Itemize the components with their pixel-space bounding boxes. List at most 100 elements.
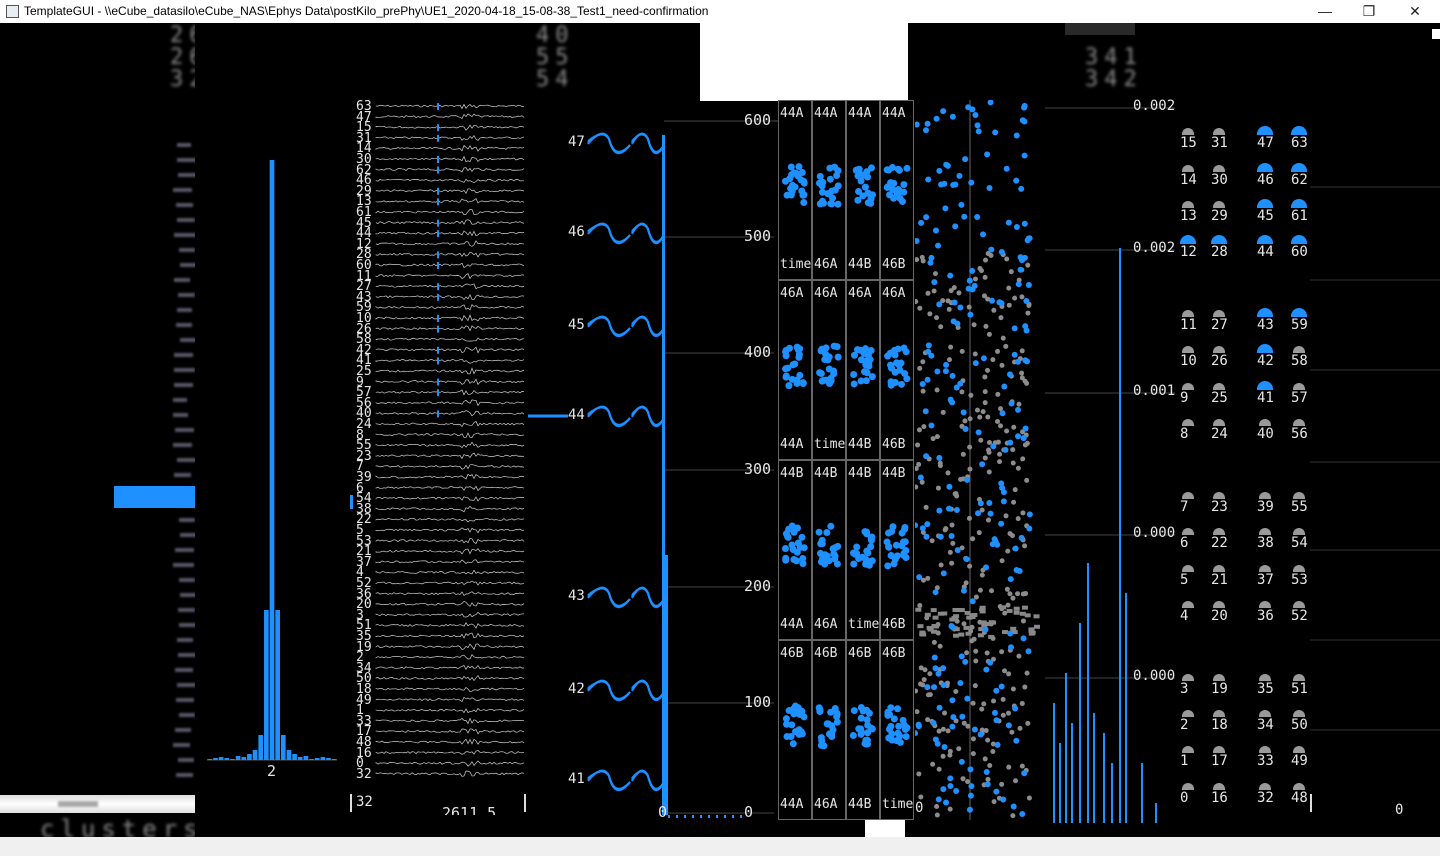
- probe-site[interactable]: [1213, 710, 1225, 717]
- cluster-scrollbar[interactable]: [0, 795, 195, 813]
- selected-cluster-bar[interactable]: [114, 486, 195, 508]
- probe-site[interactable]: [1182, 710, 1194, 717]
- feature-cell[interactable]: [778, 460, 812, 640]
- probe-site[interactable]: [1259, 419, 1271, 426]
- feature-cell[interactable]: [812, 640, 846, 820]
- probe-site[interactable]: [1213, 674, 1225, 681]
- waveform-trace: [588, 224, 630, 244]
- probe-site[interactable]: [1182, 310, 1194, 317]
- probe-site[interactable]: [1213, 783, 1225, 790]
- raster-range-left[interactable]: [1310, 794, 1312, 812]
- probe-site-active[interactable]: [1291, 199, 1307, 208]
- probe-site[interactable]: [1182, 201, 1194, 208]
- correlogram-view[interactable]: 2: [195, 100, 350, 815]
- feature-cell[interactable]: [812, 460, 846, 640]
- waveform-view[interactable]: 40 55 54 47 46 45 44 43 42 41 600 500 400 300 200 1…: [528, 23, 778, 823]
- probe-site-active[interactable]: [1257, 163, 1273, 172]
- probe-site-active[interactable]: [1291, 126, 1307, 135]
- isi-view[interactable]: 341 342 0.002 0.002 0.001 0.000 0.000: [1045, 23, 1175, 823]
- probe-site-active[interactable]: [1180, 235, 1196, 244]
- probe-site[interactable]: [1293, 746, 1305, 753]
- probe-site[interactable]: [1213, 601, 1225, 608]
- probe-site-active[interactable]: [1257, 381, 1273, 390]
- probe-site[interactable]: [1259, 674, 1271, 681]
- probe-site[interactable]: [1293, 492, 1305, 499]
- trace-range-left[interactable]: [350, 794, 352, 812]
- probe-site[interactable]: [1182, 492, 1194, 499]
- amplitude-view[interactable]: 0: [915, 100, 1045, 820]
- probe-site-active[interactable]: [1211, 235, 1227, 244]
- feature-cell[interactable]: [880, 640, 914, 820]
- probe-site[interactable]: [1259, 746, 1271, 753]
- feature-cell[interactable]: [778, 100, 812, 280]
- probe-site[interactable]: [1213, 165, 1225, 172]
- probe-site[interactable]: [1259, 783, 1271, 790]
- probe-site[interactable]: [1213, 492, 1225, 499]
- feature-cell[interactable]: [812, 280, 846, 460]
- probe-site-active[interactable]: [1257, 126, 1273, 135]
- probe-site-active[interactable]: [1257, 308, 1273, 317]
- feature-cell[interactable]: [880, 100, 914, 280]
- probe-site-active[interactable]: [1291, 235, 1307, 244]
- probe-site[interactable]: [1293, 383, 1305, 390]
- probe-site[interactable]: [1182, 346, 1194, 353]
- probe-site[interactable]: [1293, 783, 1305, 790]
- probe-site[interactable]: [1293, 601, 1305, 608]
- probe-site[interactable]: [1259, 565, 1271, 572]
- probe-site[interactable]: [1182, 528, 1194, 535]
- feature-view[interactable]: 44A time 44A 46A 44A 44B 44A 46B 46A 44A 46A time 46…: [778, 100, 915, 820]
- probe-site[interactable]: [1259, 710, 1271, 717]
- probe-site[interactable]: [1259, 601, 1271, 608]
- probe-site-active[interactable]: [1257, 199, 1273, 208]
- probe-site[interactable]: [1213, 383, 1225, 390]
- probe-view[interactable]: 15 14 13 12 11 10 9 8 7 6 5 4 3 2 1 0 31 30 29 28 27 26 25 24 23…: [1175, 100, 1310, 820]
- probe-site[interactable]: [1182, 746, 1194, 753]
- probe-site[interactable]: [1293, 674, 1305, 681]
- minimize-button[interactable]: —: [1302, 0, 1348, 23]
- trace-range-right[interactable]: [524, 794, 526, 812]
- feature-cell[interactable]: [812, 100, 846, 280]
- probe-site[interactable]: [1293, 528, 1305, 535]
- probe-site[interactable]: [1213, 346, 1225, 353]
- probe-site[interactable]: [1213, 419, 1225, 426]
- probe-site[interactable]: [1182, 783, 1194, 790]
- probe-site[interactable]: [1213, 201, 1225, 208]
- feature-cell[interactable]: [846, 100, 880, 280]
- probe-site[interactable]: [1213, 128, 1225, 135]
- probe-site-active[interactable]: [1257, 235, 1273, 244]
- probe-site[interactable]: [1293, 565, 1305, 572]
- probe-site[interactable]: [1182, 419, 1194, 426]
- maximize-button[interactable]: ❐: [1346, 0, 1392, 23]
- probe-site-active[interactable]: [1257, 344, 1273, 353]
- feature-cell[interactable]: [846, 280, 880, 460]
- probe-site[interactable]: [1259, 528, 1271, 535]
- probe-site[interactable]: [1213, 746, 1225, 753]
- probe-site[interactable]: [1213, 310, 1225, 317]
- probe-site[interactable]: [1182, 565, 1194, 572]
- probe-site[interactable]: [1213, 565, 1225, 572]
- probe-site[interactable]: [1182, 601, 1194, 608]
- probe-site[interactable]: [1182, 165, 1194, 172]
- feature-cell[interactable]: [880, 460, 914, 640]
- feature-cell[interactable]: [846, 460, 880, 640]
- probe-site-active[interactable]: [1291, 163, 1307, 172]
- probe-site[interactable]: [1293, 710, 1305, 717]
- close-button[interactable]: ✕: [1392, 0, 1438, 23]
- raster-view[interactable]: 0: [1310, 100, 1440, 820]
- probe-site[interactable]: [1213, 528, 1225, 535]
- probe-site[interactable]: [1293, 346, 1305, 353]
- feature-cell[interactable]: [778, 280, 812, 460]
- probe-site[interactable]: [1182, 674, 1194, 681]
- feature-cell[interactable]: [880, 280, 914, 460]
- feature-cell[interactable]: [846, 640, 880, 820]
- probe-site[interactable]: [1182, 128, 1194, 135]
- probe-site[interactable]: [1259, 492, 1271, 499]
- feature-cell[interactable]: [778, 640, 812, 820]
- scrollbar-thumb[interactable]: [58, 801, 98, 807]
- trace-view[interactable]: 63 47 15 31 14 30 62 46 29 13 61 45 44 12 28 60 11 27 43 59…: [350, 100, 528, 815]
- probe-site-active[interactable]: [1291, 308, 1307, 317]
- probe-site[interactable]: [1293, 419, 1305, 426]
- probe-site[interactable]: [1182, 383, 1194, 390]
- cluster-view-panel[interactable]: 263 264 324 2 clusters: 2: [0, 23, 195, 837]
- cluster-row-mark: [177, 638, 193, 642]
